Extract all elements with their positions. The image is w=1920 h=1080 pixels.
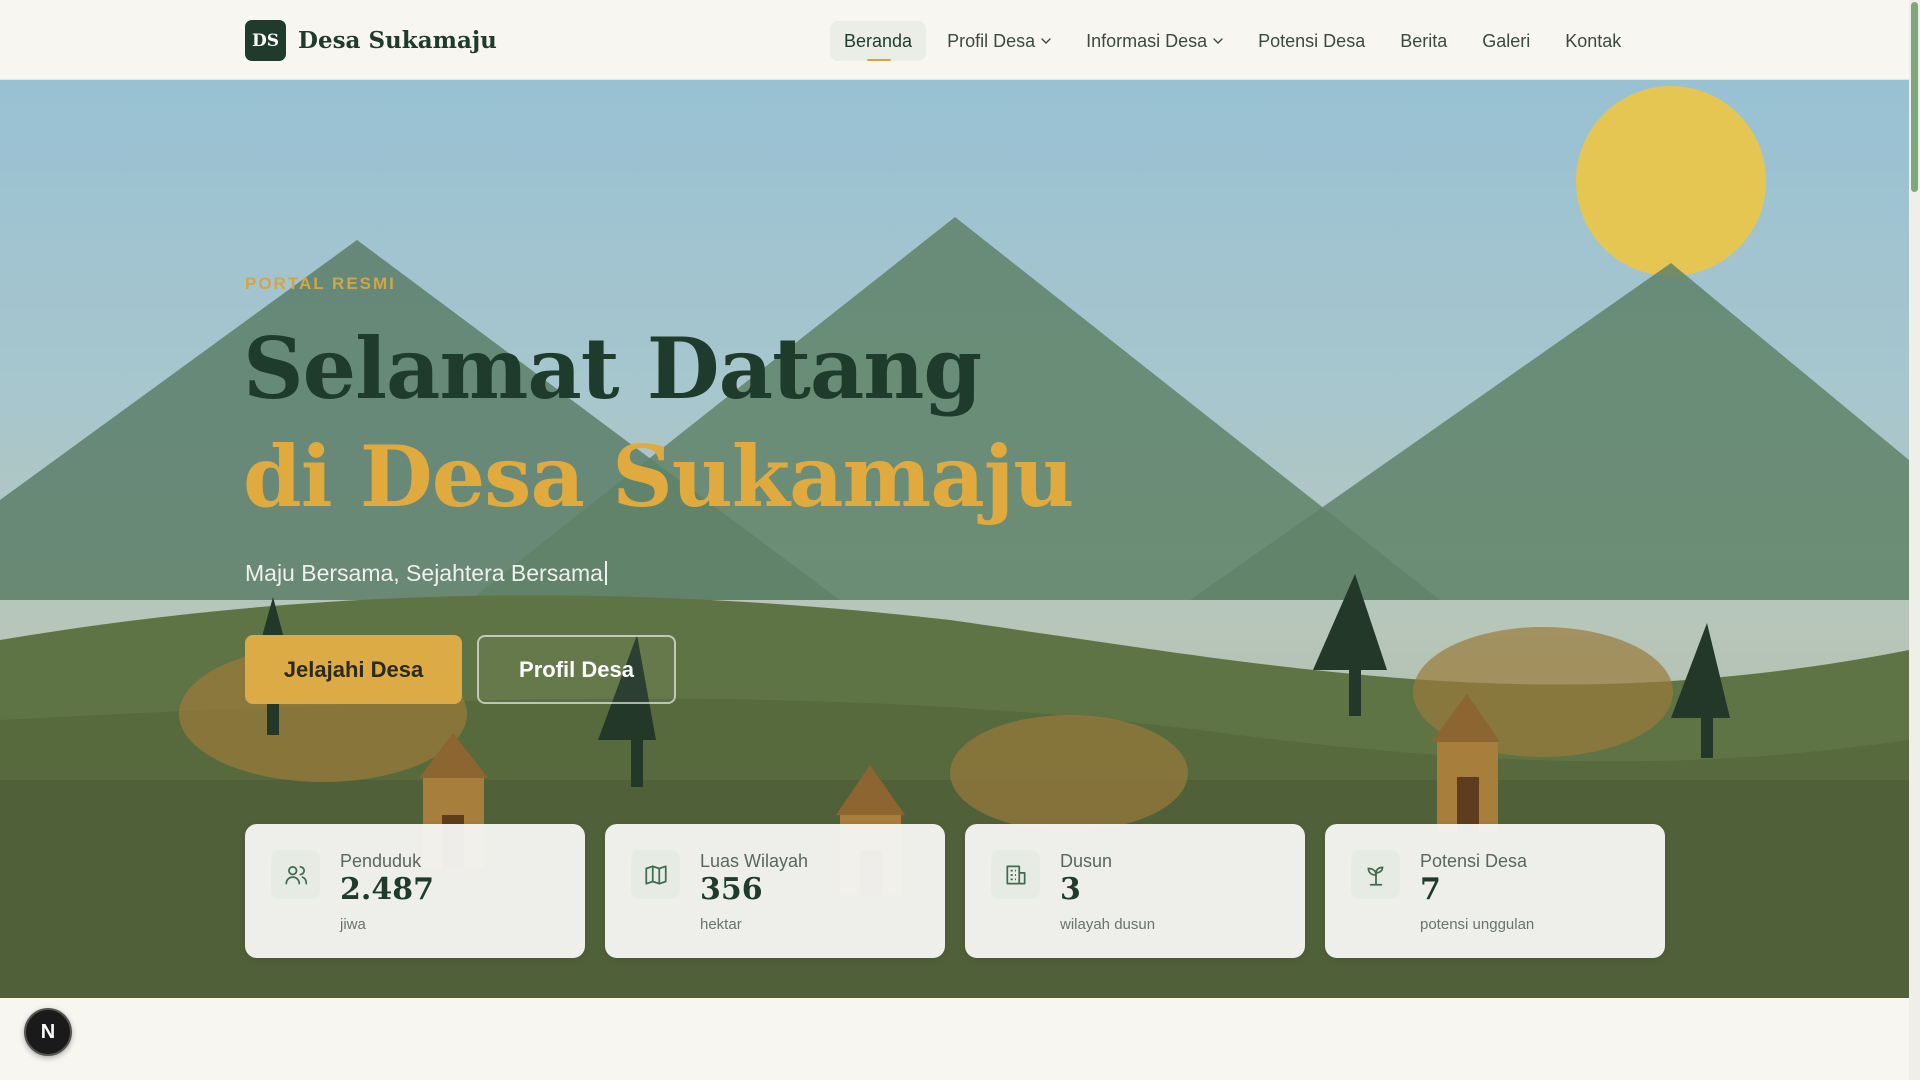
- main-nav: Beranda Profil Desa Informasi Desa Poten…: [830, 21, 1642, 61]
- sun-shape: [1576, 86, 1766, 276]
- nav-item-label: Profil Desa: [947, 30, 1036, 51]
- stat-unit: wilayah dusun: [1060, 916, 1156, 933]
- nav-item-profil-desa[interactable]: Profil Desa: [933, 21, 1065, 61]
- stat-card-luas-wilayah: Luas Wilayah 356 hektar: [605, 824, 945, 958]
- hero-title-line1: Selamat Datang: [243, 319, 982, 418]
- brand-name: Desa Sukamaju: [298, 27, 497, 54]
- nav-item-berita[interactable]: Berita: [1386, 21, 1461, 61]
- stat-value: 356: [700, 872, 763, 907]
- scrollbar-thumb[interactable]: [1911, 2, 1918, 192]
- chevron-down-icon: [1213, 38, 1223, 44]
- typing-cursor: [604, 561, 607, 585]
- field-shape: [950, 715, 1188, 831]
- building-icon: [991, 850, 1040, 899]
- nav-item-label: Beranda: [844, 30, 913, 51]
- page-scrollbar[interactable]: [1909, 0, 1920, 1080]
- nav-item-informasi-desa[interactable]: Informasi Desa: [1072, 21, 1237, 61]
- stat-card-potensi-desa: Potensi Desa 7 potensi unggulan: [1325, 824, 1665, 958]
- stat-value: 2.487: [340, 872, 434, 907]
- nav-item-label: Berita: [1400, 30, 1448, 51]
- stat-label: Luas Wilayah: [700, 851, 809, 871]
- brand-logo: DS: [245, 20, 286, 61]
- stat-card-penduduk: Penduduk 2.487 jiwa: [245, 824, 585, 958]
- village-profile-button[interactable]: Profil Desa: [477, 635, 676, 704]
- chevron-down-icon: [1041, 38, 1051, 44]
- stat-value: 3: [1060, 872, 1081, 907]
- stat-unit: potensi unggulan: [1420, 916, 1535, 933]
- nav-item-label: Potensi Desa: [1258, 30, 1366, 51]
- stat-label: Potensi Desa: [1420, 851, 1528, 871]
- nav-item-label: Informasi Desa: [1086, 30, 1208, 51]
- hero-title-line2: di Desa Sukamaju: [243, 427, 1074, 526]
- hero-section: PORTAL RESMI Selamat Datang di Desa Suka…: [0, 80, 1909, 998]
- brand-link[interactable]: DS Desa Sukamaju: [245, 20, 497, 61]
- stat-unit: hektar: [700, 916, 742, 933]
- nav-item-galeri[interactable]: Galeri: [1468, 21, 1544, 61]
- mountain-shape: [1190, 263, 1909, 600]
- explore-village-button[interactable]: Jelajahi Desa: [245, 635, 462, 704]
- hero-tagline: Maju Bersama, Sejahtera Bersama: [245, 560, 607, 587]
- users-icon: [271, 850, 320, 899]
- map-icon: [631, 850, 680, 899]
- navbar: DS Desa Sukamaju Beranda Profil Desa Inf…: [0, 0, 1909, 80]
- stat-label: Penduduk: [340, 851, 422, 871]
- nav-item-beranda[interactable]: Beranda: [830, 21, 927, 61]
- stat-card-dusun: Dusun 3 wilayah dusun: [965, 824, 1305, 958]
- stat-unit: jiwa: [340, 916, 366, 933]
- sprout-icon: [1351, 850, 1400, 899]
- tagline-text: Maju Bersama, Sejahtera Bersama: [245, 560, 603, 586]
- stat-value: 7: [1420, 872, 1441, 907]
- nav-item-label: Kontak: [1565, 30, 1622, 51]
- nav-item-label: Galeri: [1482, 30, 1531, 51]
- nav-item-potensi-desa[interactable]: Potensi Desa: [1244, 21, 1379, 61]
- hero-eyebrow: PORTAL RESMI: [245, 274, 396, 293]
- stat-label: Dusun: [1060, 851, 1113, 871]
- framework-badge-button[interactable]: N: [24, 1008, 72, 1056]
- nav-item-kontak[interactable]: Kontak: [1551, 21, 1635, 61]
